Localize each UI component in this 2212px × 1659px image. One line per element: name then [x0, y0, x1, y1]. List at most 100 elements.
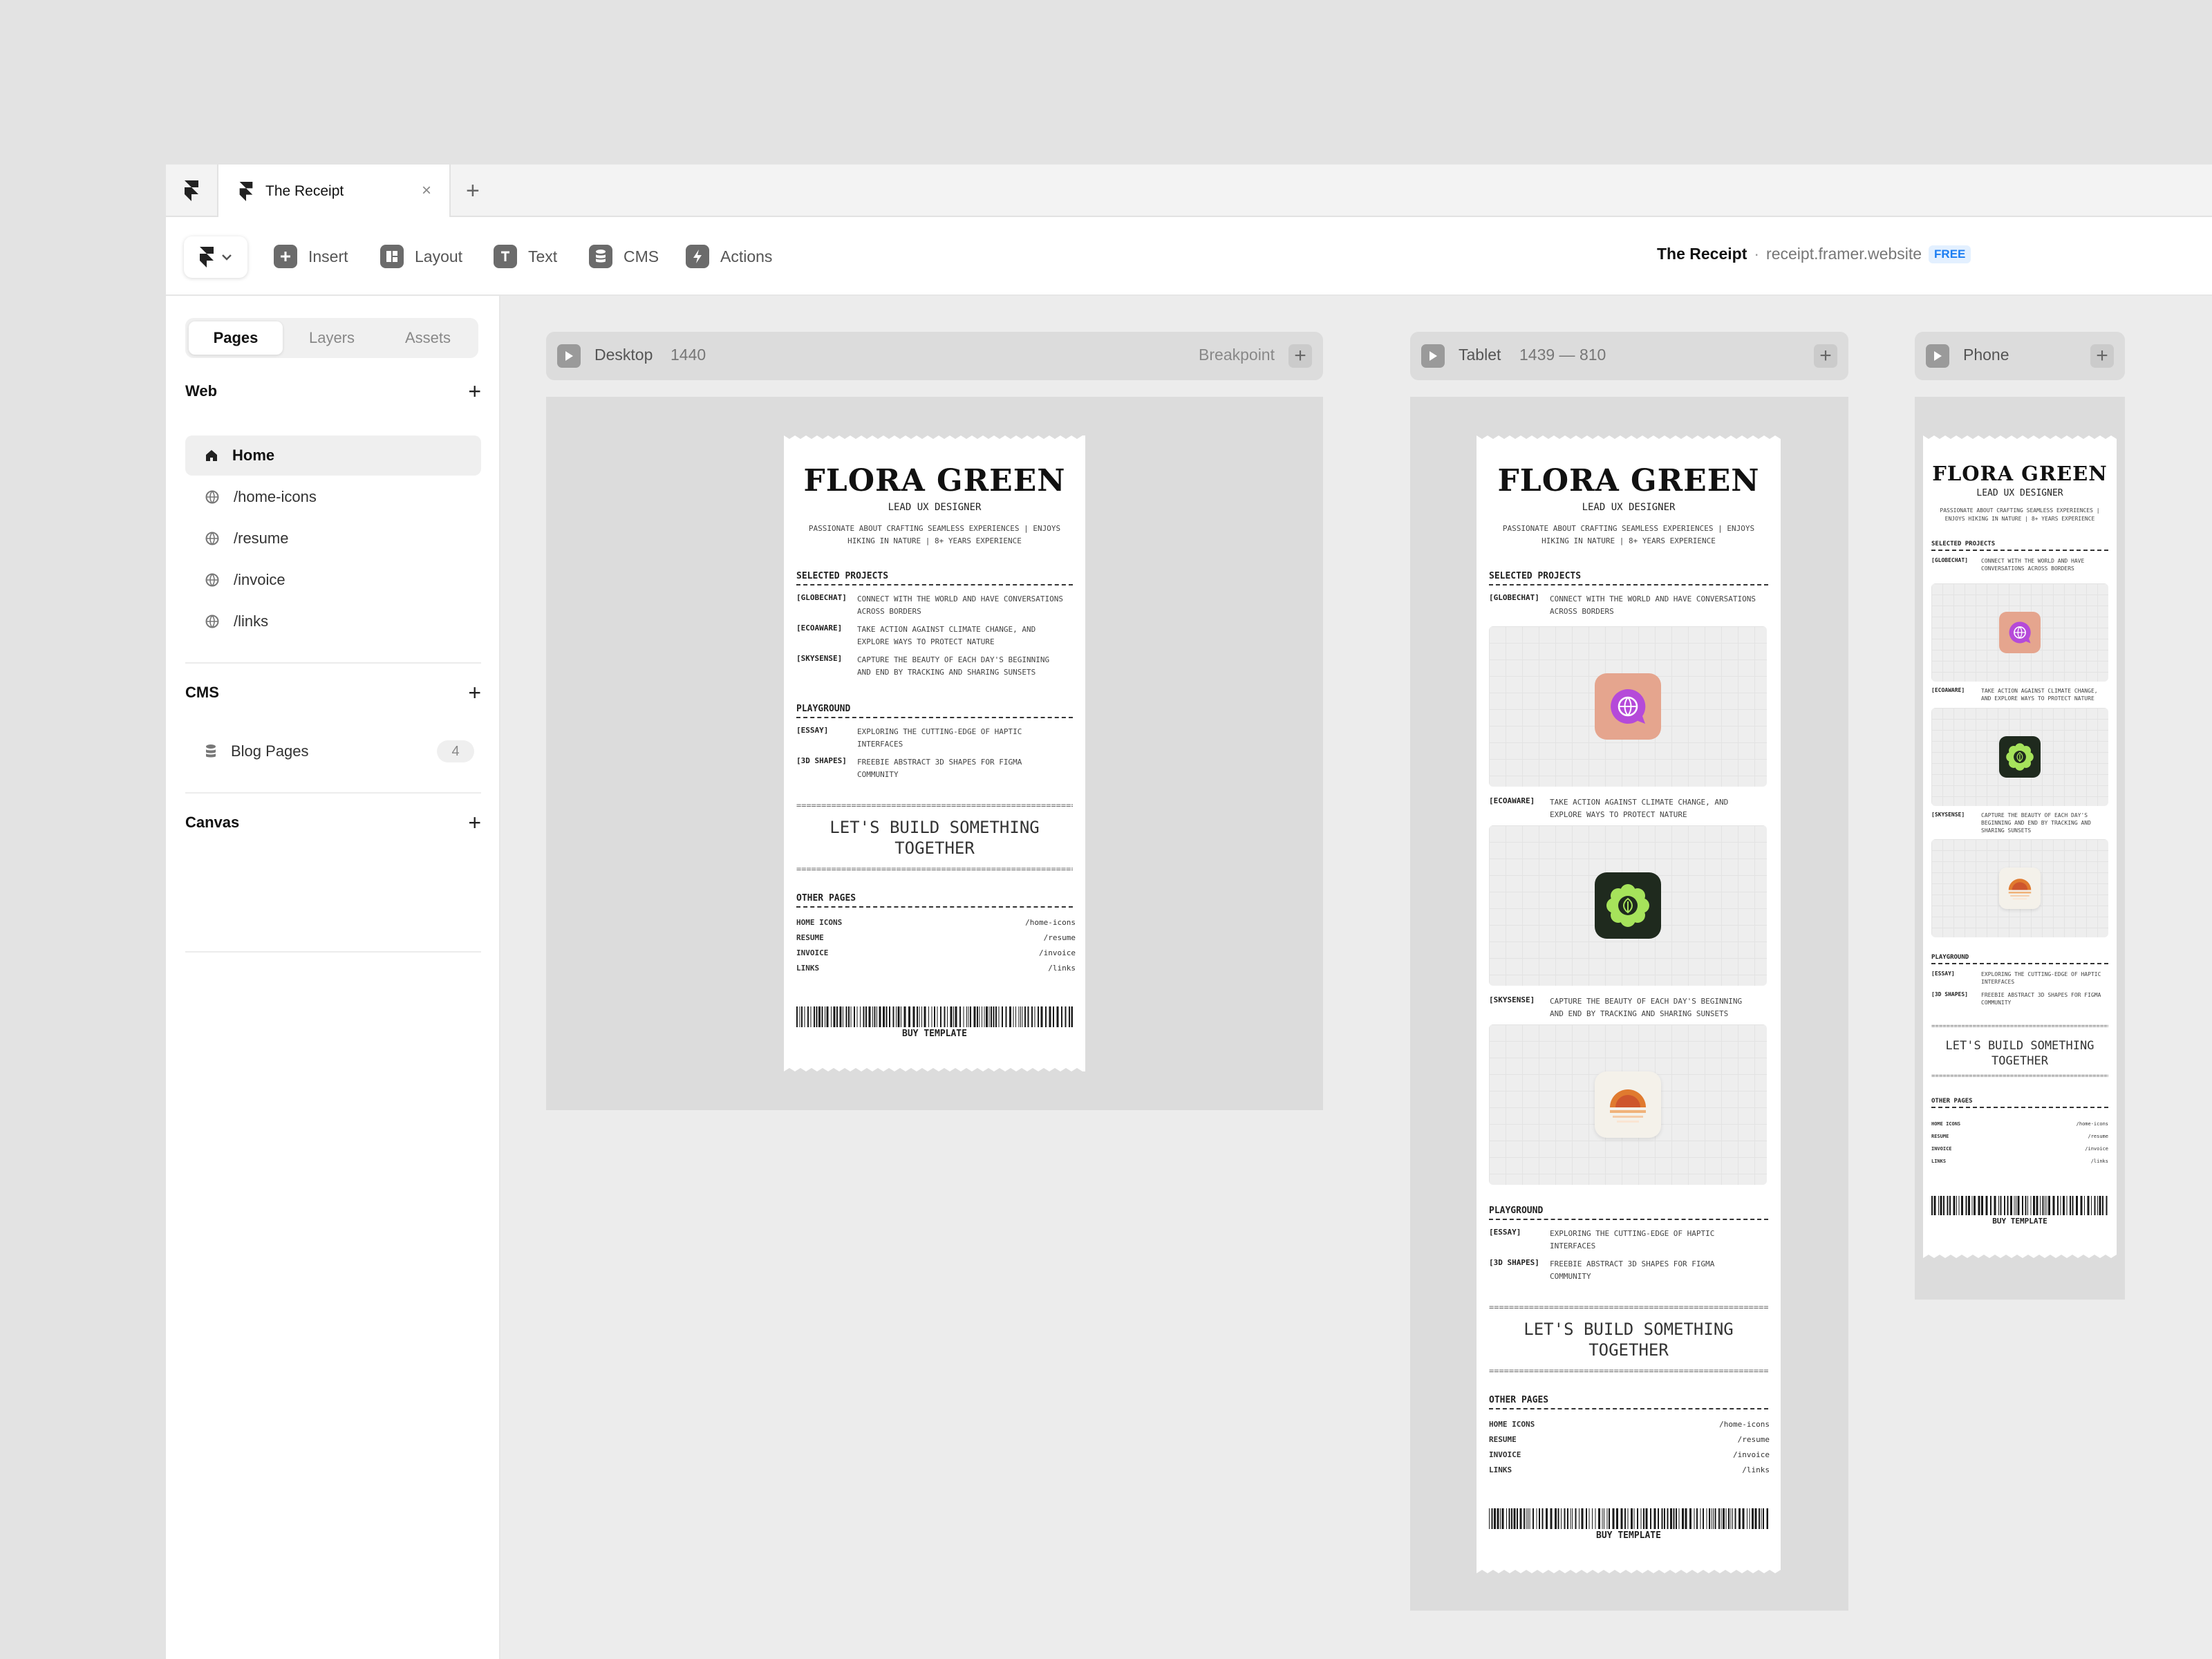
actions-button[interactable]: Actions: [686, 243, 772, 270]
play-icon[interactable]: [1421, 344, 1445, 368]
link-row[interactable]: LINKS/links: [796, 964, 1076, 973]
link-row[interactable]: LINKS/links: [1489, 1465, 1770, 1474]
link-row[interactable]: HOME ICONS/home-icons: [1489, 1420, 1770, 1429]
link-path: /resume: [1737, 1435, 1770, 1444]
web-section-header: Web +: [185, 377, 481, 405]
cta-line: TOGETHER: [1588, 1340, 1669, 1360]
project-image[interactable]: [1489, 626, 1767, 787]
project-row[interactable]: [SKYSENSE] CAPTURE THE BEAUTY OF EACH DA…: [796, 654, 1080, 679]
add-page-button[interactable]: +: [468, 380, 481, 402]
sidebar-item-resume[interactable]: /resume: [185, 518, 481, 559]
link-row[interactable]: RESUME/resume: [1931, 1134, 2108, 1139]
project-row[interactable]: [SKYSENSE] CAPTURE THE BEAUTY OF EACH DA…: [1931, 812, 2112, 834]
barcode-icon[interactable]: [1489, 1508, 1768, 1529]
barcode-icon[interactable]: [1931, 1196, 2108, 1215]
project-desc: TAKE ACTION AGAINST CLIMATE CHANGE, AND: [1550, 798, 1729, 807]
sidebar-item-label: /links: [234, 612, 269, 630]
sidebar-item-blog-pages[interactable]: Blog Pages 4: [185, 731, 481, 771]
collection-count-badge: 4: [437, 740, 474, 762]
sidebar-item-home[interactable]: Home: [185, 435, 481, 476]
receipt-edge: [1923, 1255, 2117, 1258]
play-icon[interactable]: [1926, 344, 1949, 368]
new-tab-button[interactable]: +: [466, 177, 480, 205]
project-row[interactable]: [ECOAWARE] TAKE ACTION AGAINST CLIMATE C…: [1931, 687, 2112, 702]
link-label: RESUME: [1931, 1134, 1949, 1139]
sidebar-divider: [185, 792, 481, 794]
close-tab-icon[interactable]: ×: [422, 181, 431, 200]
desktop-receipt[interactable]: FLORA GREEN LEAD UX DESIGNER PASSIONATE …: [784, 435, 1085, 1071]
link-path: /home-icons: [1025, 918, 1076, 927]
breakpoint-label[interactable]: Breakpoint: [1199, 346, 1275, 364]
cta-text[interactable]: LET'S BUILD SOMETHING TOGETHER: [1923, 1038, 2117, 1069]
link-row[interactable]: RESUME/resume: [796, 933, 1076, 942]
phone-breakpoint-header[interactable]: Phone +: [1915, 332, 2125, 380]
buy-template-link[interactable]: BUY TEMPLATE: [1477, 1530, 1781, 1541]
left-sidebar: Pages Layers Assets Web + Home /home-ico…: [166, 296, 500, 1659]
receipt-edge: [784, 1068, 1085, 1071]
playground-tag: [3D SHAPES]: [1489, 1258, 1539, 1267]
link-row[interactable]: INVOICE/invoice: [1931, 1146, 2108, 1152]
buy-template-link[interactable]: BUY TEMPLATE: [1923, 1217, 2117, 1226]
link-row[interactable]: INVOICE/invoice: [796, 948, 1076, 957]
link-row[interactable]: LINKS/links: [1931, 1159, 2108, 1164]
desktop-breakpoint-header[interactable]: Desktop 1440 Breakpoint +: [546, 332, 1323, 380]
project-row[interactable]: [GLOBECHAT] CONNECT WITH THE WORLD AND H…: [1489, 593, 1775, 618]
project-desc: CAPTURE THE BEAUTY OF EACH DAY'S BEGINNI…: [857, 655, 1050, 664]
playground-row[interactable]: [ESSAY] EXPLORING THE CUTTING-EDGE OF HA…: [796, 726, 1080, 751]
app-menu-tab[interactable]: [166, 165, 218, 217]
tablet-receipt[interactable]: FLORA GREEN LEAD UX DESIGNER PASSIONATE …: [1477, 435, 1781, 1573]
project-row[interactable]: [GLOBECHAT] CONNECT WITH THE WORLD AND H…: [796, 593, 1080, 618]
layout-button[interactable]: Layout: [380, 243, 462, 270]
project-image[interactable]: [1931, 583, 2108, 682]
tab-the-receipt[interactable]: The Receipt ×: [218, 165, 451, 218]
project-image[interactable]: [1489, 1024, 1767, 1185]
main-menu-button[interactable]: [184, 236, 247, 278]
project-image[interactable]: [1931, 708, 2108, 806]
add-breakpoint-button[interactable]: +: [1288, 344, 1312, 368]
cta-text[interactable]: LET'S BUILD SOMETHING TOGETHER: [784, 817, 1085, 859]
playground-row[interactable]: [ESSAY] EXPLORING THE CUTTING-EDGE OF HA…: [1489, 1228, 1775, 1253]
playground-row[interactable]: [ESSAY] EXPLORING THE CUTTING-EDGE OF HA…: [1931, 971, 2112, 986]
add-canvas-button[interactable]: +: [468, 812, 481, 834]
cta-text[interactable]: LET'S BUILD SOMETHING TOGETHER: [1477, 1319, 1781, 1360]
sidebar-item-invoice[interactable]: /invoice: [185, 560, 481, 600]
playground-row[interactable]: [3D SHAPES] FREEBIE ABSTRACT 3D SHAPES F…: [1931, 991, 2112, 1006]
link-label: RESUME: [1489, 1435, 1517, 1444]
receipt-about-line: ENJOYS HIKING IN NATURE | 8+ YEARS EXPER…: [1944, 516, 2095, 522]
playground-row[interactable]: [3D SHAPES] FREEBIE ABSTRACT 3D SHAPES F…: [1489, 1258, 1775, 1283]
tab-pages[interactable]: Pages: [189, 321, 283, 355]
link-path: /resume: [2088, 1134, 2108, 1139]
project-row[interactable]: [SKYSENSE] CAPTURE THE BEAUTY OF EACH DA…: [1489, 995, 1775, 1020]
buy-template-link[interactable]: BUY TEMPLATE: [784, 1029, 1085, 1039]
phone-receipt[interactable]: FLORA GREEN LEAD UX DESIGNER PASSIONATE …: [1923, 435, 2117, 1258]
link-row[interactable]: HOME ICONS/home-icons: [796, 918, 1076, 927]
text-label: Text: [528, 247, 558, 265]
project-row[interactable]: [ECOAWARE] TAKE ACTION AGAINST CLIMATE C…: [1489, 796, 1775, 821]
tablet-breakpoint-header[interactable]: Tablet 1439 — 810 +: [1410, 332, 1848, 380]
tab-layers[interactable]: Layers: [285, 321, 379, 355]
add-breakpoint-button[interactable]: +: [1814, 344, 1837, 368]
playground-row[interactable]: [3D SHAPES] FREEBIE ABSTRACT 3D SHAPES F…: [796, 756, 1080, 781]
cms-button[interactable]: CMS: [589, 243, 659, 270]
add-collection-button[interactable]: +: [468, 682, 481, 704]
sidebar-item-home-icons[interactable]: /home-icons: [185, 477, 481, 517]
link-row[interactable]: HOME ICONS/home-icons: [1931, 1121, 2108, 1127]
play-icon[interactable]: [557, 344, 581, 368]
sidebar-item-links[interactable]: /links: [185, 601, 481, 641]
project-row[interactable]: [ECOAWARE] TAKE ACTION AGAINST CLIMATE C…: [796, 624, 1080, 648]
project-image[interactable]: [1931, 839, 2108, 937]
add-breakpoint-button[interactable]: +: [2090, 344, 2114, 368]
project-row[interactable]: [GLOBECHAT] CONNECT WITH THE WORLD AND H…: [1931, 557, 2112, 572]
site-url[interactable]: receipt.framer.website: [1766, 245, 1922, 263]
barcode-icon[interactable]: [796, 1006, 1073, 1027]
tab-assets[interactable]: Assets: [381, 321, 475, 355]
project-image[interactable]: [1489, 825, 1767, 986]
site-info[interactable]: The Receipt · receipt.framer.website FRE…: [1657, 245, 1971, 263]
text-button[interactable]: Text: [494, 243, 557, 270]
link-label: LINKS: [796, 964, 820, 973]
project-desc: AND END BY TRACKING AND SHARING SUNSETS: [857, 668, 1036, 677]
layout-icon: [380, 245, 404, 268]
link-row[interactable]: INVOICE/invoice: [1489, 1450, 1770, 1459]
link-row[interactable]: RESUME/resume: [1489, 1435, 1770, 1444]
insert-button[interactable]: Insert: [274, 243, 348, 270]
